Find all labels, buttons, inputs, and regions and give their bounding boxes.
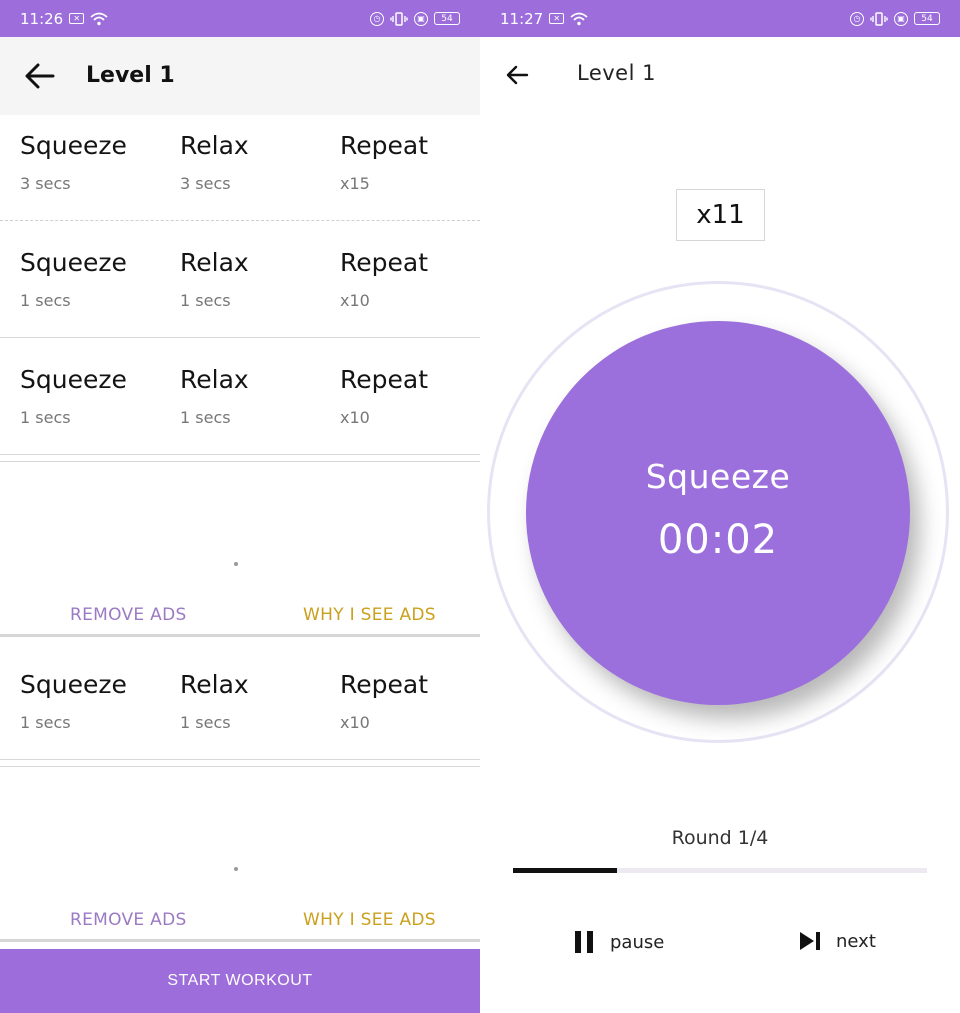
next-button[interactable]: next — [798, 930, 876, 952]
arrow-left-icon — [25, 63, 55, 89]
ad-placeholder-dot — [234, 562, 238, 566]
repeat-value: x10 — [340, 713, 370, 732]
vibrate-icon — [390, 11, 408, 26]
pause-button[interactable]: pause — [572, 930, 664, 954]
why-i-see-ads-link[interactable]: WHY I SEE ADS — [303, 605, 436, 625]
status-bar: 11:27 ✕ ◷ ▣ 54 — [480, 0, 960, 37]
page-title: Level 1 — [577, 61, 656, 85]
mail-icon: ✕ — [549, 13, 565, 24]
wifi-icon — [570, 12, 588, 26]
round-progress-fill — [513, 868, 617, 873]
lock-icon: ▣ — [894, 11, 908, 26]
squeeze-label: Squeeze — [20, 670, 127, 699]
exercise-row: Squeeze 1 secs Relax 1 secs Repeat x10 — [0, 351, 480, 455]
relax-value: 1 secs — [180, 408, 231, 427]
alarm-icon: ◷ — [370, 11, 384, 26]
squeeze-value: 1 secs — [20, 291, 71, 310]
relax-value: 1 secs — [180, 291, 231, 310]
repeat-value: x10 — [340, 291, 370, 310]
status-time: 11:27 — [500, 9, 544, 28]
squeeze-value: 1 secs — [20, 713, 71, 732]
workout-list-screen: 11:26 ✕ ◷ ▣ 54 Level 1 Squeeze 3 secs Rel… — [0, 0, 480, 1013]
mail-icon: ✕ — [69, 13, 85, 24]
timer-circle: Squeeze 00:02 — [526, 321, 910, 705]
workout-timer-screen: 11:27 ✕ ◷ ▣ 54 Level 1 x11 Squeeze 00:02… — [480, 0, 960, 1013]
page-title: Level 1 — [86, 63, 175, 88]
squeeze-label: Squeeze — [20, 365, 127, 394]
round-label: Round 1/4 — [671, 827, 769, 849]
squeeze-value: 3 secs — [20, 174, 71, 193]
arrow-left-icon — [506, 65, 529, 85]
alarm-icon: ◷ — [850, 11, 864, 26]
round-progress-bar — [513, 868, 927, 873]
remove-ads-link[interactable]: REMOVE ADS — [70, 910, 187, 930]
relax-value: 1 secs — [180, 713, 231, 732]
repeat-label: Repeat — [340, 248, 429, 277]
lock-icon: ▣ — [414, 11, 428, 26]
pause-label: pause — [610, 931, 665, 953]
squeeze-label: Squeeze — [20, 131, 127, 160]
relax-label: Relax — [180, 248, 249, 277]
status-bar: 11:26 ✕ ◷ ▣ 54 — [0, 0, 480, 37]
relax-label: Relax — [180, 131, 249, 160]
back-button[interactable] — [22, 61, 58, 91]
exercise-row: Squeeze 3 secs Relax 3 secs Repeat x15 — [0, 117, 480, 221]
ad-banner: REMOVE ADS WHY I SEE ADS — [0, 461, 480, 637]
battery-icon: 54 — [434, 12, 460, 25]
repeat-label: Repeat — [340, 670, 429, 699]
exercise-row: Squeeze 1 secs Relax 1 secs Repeat x10 — [0, 656, 480, 760]
exercise-row: Squeeze 1 secs Relax 1 secs Repeat x10 — [0, 234, 480, 338]
ad-placeholder-dot — [234, 867, 238, 871]
relax-label: Relax — [180, 365, 249, 394]
next-label: next — [836, 930, 876, 952]
squeeze-value: 1 secs — [20, 408, 71, 427]
repeat-label: Repeat — [340, 365, 429, 394]
repeat-value: x15 — [340, 174, 370, 193]
repeat-value: x10 — [340, 408, 370, 427]
squeeze-label: Squeeze — [20, 248, 127, 277]
vibrate-icon — [870, 11, 888, 26]
skip-next-icon — [800, 932, 820, 950]
remove-ads-link[interactable]: REMOVE ADS — [70, 605, 187, 625]
ad-banner: REMOVE ADS WHY I SEE ADS — [0, 766, 480, 942]
pause-icon — [575, 931, 593, 953]
app-bar: Level 1 — [0, 37, 480, 115]
repetitions-counter: x11 — [676, 189, 765, 241]
back-button[interactable] — [500, 58, 534, 92]
why-i-see-ads-link[interactable]: WHY I SEE ADS — [303, 910, 436, 930]
relax-value: 3 secs — [180, 174, 231, 193]
timer-display: 00:02 — [657, 517, 779, 563]
relax-label: Relax — [180, 670, 249, 699]
battery-icon: 54 — [914, 12, 940, 25]
status-time: 11:26 — [20, 9, 64, 28]
phase-label: Squeeze — [645, 457, 791, 496]
start-workout-button[interactable]: START WORKOUT — [0, 949, 480, 1013]
wifi-icon — [90, 12, 108, 26]
repeat-label: Repeat — [340, 131, 429, 160]
